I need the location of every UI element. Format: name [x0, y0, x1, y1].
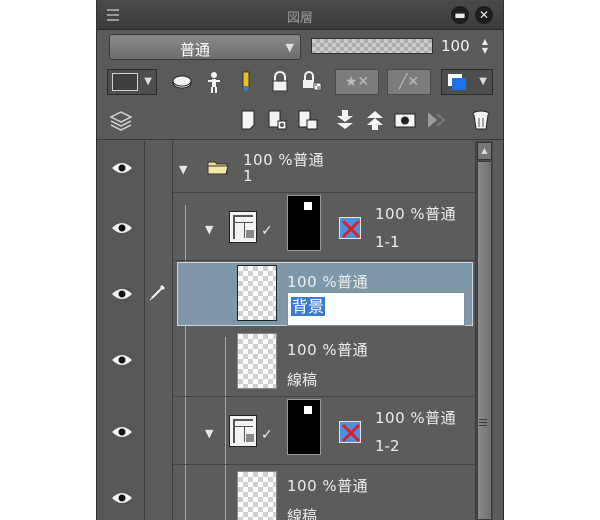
collapse-triangle-icon[interactable]: ▼ — [179, 163, 187, 176]
clipping-icon[interactable] — [423, 108, 447, 132]
opacity-slider-fill — [312, 39, 432, 53]
mask-toggle-icon[interactable]: ╱✕ — [387, 69, 431, 95]
chevron-down-icon: ▼ — [144, 76, 152, 87]
blend-mode-select[interactable]: 普通 ▼ — [109, 34, 301, 60]
layer-thumbnail — [237, 471, 277, 520]
frame-border-icon — [229, 211, 257, 243]
chevron-down-icon: ▼ — [479, 76, 487, 87]
layer-opacity-blend: 100 %普通 — [243, 151, 325, 169]
layer-name: 1-1 — [375, 233, 400, 251]
layer-row[interactable]: ▼ ✓ 100 %普通 1-2 — [97, 397, 475, 465]
layer-color-fill — [452, 78, 466, 90]
layer-thumbnail — [237, 265, 277, 321]
layer-row[interactable]: 100 %普通 線稿 — [97, 465, 475, 520]
scrollbar-thumb[interactable] — [477, 161, 492, 520]
collapse-triangle-icon[interactable]: ▼ — [205, 223, 213, 236]
collapse-triangle-icon[interactable]: ▼ — [205, 427, 213, 440]
stepper-up-icon[interactable]: ▲ — [478, 37, 492, 46]
eye-icon[interactable] — [111, 491, 133, 505]
no-mask-icon[interactable] — [339, 217, 361, 239]
disc-icon[interactable] — [171, 69, 193, 95]
trash-icon[interactable] — [469, 108, 493, 132]
color-swatch-button[interactable]: ▼ — [107, 69, 157, 95]
layer-thumbnail — [287, 399, 321, 455]
no-mask-icon[interactable] — [339, 421, 361, 443]
figure-icon[interactable] — [203, 69, 225, 95]
pencil-icon[interactable] — [235, 69, 257, 95]
layer-opacity-blend: 100 %普通 — [287, 341, 369, 359]
lock-alpha-icon[interactable] — [301, 69, 323, 95]
layer-panel: 図層 ▬ ✕ 普通 ▼ 100 ▲ ▼ ▼ ★✕ ╱✕ ▼ ▼ 100 %普通 … — [96, 0, 504, 520]
layer-opacity-blend: 100 %普通 — [375, 409, 457, 427]
new-vector-layer-icon[interactable] — [265, 108, 289, 132]
layers-stack-icon[interactable] — [109, 108, 133, 132]
layer-opacity-blend: 100 %普通 — [287, 477, 369, 495]
eye-icon[interactable] — [111, 161, 133, 175]
layer-name: 1-2 — [375, 437, 400, 455]
minimize-button[interactable]: ▬ — [451, 6, 469, 24]
layer-command-toolbar — [97, 100, 503, 140]
layer-thumbnail — [237, 333, 277, 389]
panel-title: 図層 — [286, 11, 313, 26]
chevron-down-icon: ▼ — [285, 41, 294, 54]
layer-color-button[interactable]: ▼ — [441, 69, 493, 95]
layer-opacity-blend: 100 %普通 — [375, 205, 457, 223]
new-folder-icon[interactable] — [295, 108, 319, 132]
merge-down-icon[interactable] — [333, 108, 357, 132]
layer-property-toolbar: ▼ ★✕ ╱✕ ▼ — [97, 64, 503, 100]
layer-name: 線稿 — [287, 371, 318, 389]
stepper-down-icon[interactable]: ▼ — [478, 46, 492, 55]
layer-row[interactable]: ▼ 100 %普通 1 — [97, 141, 475, 193]
layer-name: 1 — [243, 167, 253, 185]
reference-icon[interactable]: ★✕ — [335, 69, 379, 95]
eye-icon[interactable] — [111, 287, 133, 301]
opacity-stepper[interactable]: ▲ ▼ — [478, 37, 492, 57]
lock-icon[interactable] — [269, 69, 291, 95]
color-swatch-icon — [112, 73, 138, 91]
layer-mask-icon[interactable] — [393, 108, 417, 132]
blend-opacity-row: 普通 ▼ 100 ▲ ▼ — [97, 30, 503, 64]
edit-target-pen-icon[interactable] — [149, 283, 167, 301]
panel-titlebar[interactable]: 図層 ▬ ✕ — [97, 0, 503, 30]
layer-row[interactable]: 100 %普通 線稿 — [97, 327, 475, 397]
blend-mode-value: 普通 — [179, 41, 210, 59]
layer-row[interactable]: ▼ ✓ 100 %普通 1-1 — [97, 193, 475, 261]
layer-list: ▼ 100 %普通 1 ▼ ✓ 100 %普通 1-1 100 %普通 背景 1… — [97, 141, 503, 520]
new-raster-layer-icon[interactable] — [237, 108, 261, 132]
eye-icon[interactable] — [111, 221, 133, 235]
scroll-up-icon[interactable]: ▲ — [477, 142, 492, 160]
eye-icon[interactable] — [111, 353, 133, 367]
layer-thumbnail — [287, 195, 321, 251]
layer-name: 線稿 — [287, 507, 318, 520]
checkmark-icon: ✓ — [261, 223, 273, 239]
opacity-slider[interactable] — [311, 38, 433, 54]
opacity-value[interactable]: 100 — [441, 37, 470, 55]
eye-icon[interactable] — [111, 425, 133, 439]
close-button[interactable]: ✕ — [475, 6, 493, 24]
layer-rename-input[interactable]: 背景 — [287, 292, 465, 326]
layer-name-selected-text: 背景 — [291, 297, 326, 316]
folder-icon — [207, 159, 229, 175]
checkmark-icon: ✓ — [261, 427, 273, 443]
vertical-scrollbar[interactable]: ▲ — [475, 141, 493, 520]
scroll-grip-icon — [479, 419, 487, 428]
merge-up-icon[interactable] — [363, 108, 387, 132]
frame-border-icon — [229, 415, 257, 447]
layer-opacity-blend: 100 %普通 — [287, 273, 369, 291]
